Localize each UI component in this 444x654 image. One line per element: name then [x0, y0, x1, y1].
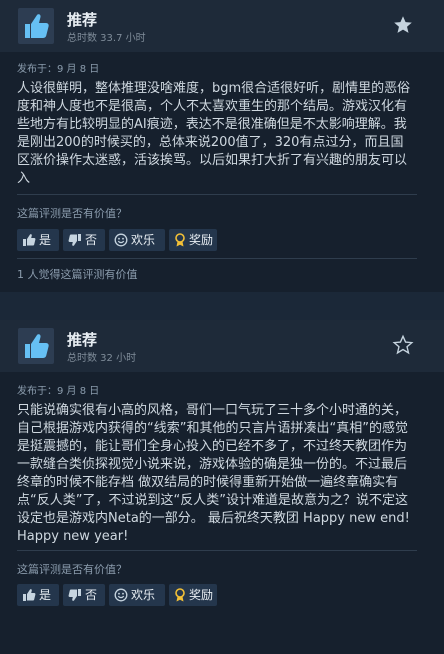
vote-no-label: 否	[85, 233, 98, 247]
vote-yes-button[interactable]: 是	[17, 584, 59, 606]
vote-funny-label: 欢乐	[131, 233, 156, 247]
helpful-question: 这篇评测是否有价值？	[17, 563, 127, 576]
award-label: 奖励	[189, 233, 214, 247]
review-verdict[interactable]: 推荐	[67, 9, 97, 30]
thumbs-up-icon	[23, 234, 36, 246]
vote-funny-button[interactable]: 欢乐	[109, 584, 165, 606]
vote-yes-button[interactable]: 是	[17, 229, 59, 251]
posted-date: 发布于：9 月 8 日	[17, 64, 100, 75]
review-separator	[0, 292, 444, 320]
award-label: 奖励	[189, 588, 214, 602]
star-icon[interactable]	[392, 14, 414, 36]
review-header: 推荐 总时数 33.7 小时	[0, 0, 444, 52]
review-header: 推荐 总时数 32 小时	[0, 320, 444, 372]
thumbs-up-icon[interactable]	[18, 8, 54, 44]
review-card: 推荐 总时数 32 小时 发布于：9 月 8 日 只能说确实很有小高的风格，哥们…	[0, 320, 444, 654]
playtime: 总时数 33.7 小时	[67, 33, 146, 44]
award-button[interactable]: 奖励	[169, 229, 217, 251]
thumbs-up-icon[interactable]	[18, 328, 54, 364]
vote-funny-label: 欢乐	[131, 588, 156, 602]
playtime: 总时数 32 小时	[67, 353, 137, 364]
review-verdict[interactable]: 推荐	[67, 329, 97, 350]
thumbs-down-icon	[68, 589, 81, 601]
vote-no-label: 否	[85, 588, 98, 602]
divider	[17, 258, 417, 259]
helpful-question: 这篇评测是否有价值？	[17, 207, 127, 220]
smiley-icon	[114, 233, 128, 247]
vote-yes-label: 是	[39, 588, 52, 602]
review-body: 人设很鲜明，整体推理没啥难度，bgm很合适很好听，剧情里的恶俗 度和神人度也不是…	[17, 81, 411, 186]
divider	[17, 550, 417, 551]
award-icon	[175, 588, 185, 602]
vote-funny-button[interactable]: 欢乐	[109, 229, 165, 251]
vote-no-button[interactable]: 否	[63, 229, 105, 251]
divider	[17, 194, 417, 195]
review-body: 只能说确实很有小高的风格，哥们一口气玩了三十多个小时通的关， 自己根据游戏内获得…	[17, 403, 410, 544]
award-icon	[175, 233, 185, 247]
helpful-count: 1 人觉得这篇评测有价值	[17, 268, 138, 281]
vote-no-button[interactable]: 否	[63, 584, 105, 606]
thumbs-down-icon	[68, 234, 81, 246]
vote-yes-label: 是	[39, 233, 52, 247]
posted-date: 发布于：9 月 8 日	[17, 386, 100, 397]
star-outline-icon[interactable]	[392, 334, 414, 356]
award-button[interactable]: 奖励	[169, 584, 217, 606]
review-card: 推荐 总时数 33.7 小时 发布于：9 月 8 日 人设很鲜明，整体推理没啥难…	[0, 0, 444, 292]
smiley-icon	[114, 588, 128, 602]
thumbs-up-icon	[23, 589, 36, 601]
